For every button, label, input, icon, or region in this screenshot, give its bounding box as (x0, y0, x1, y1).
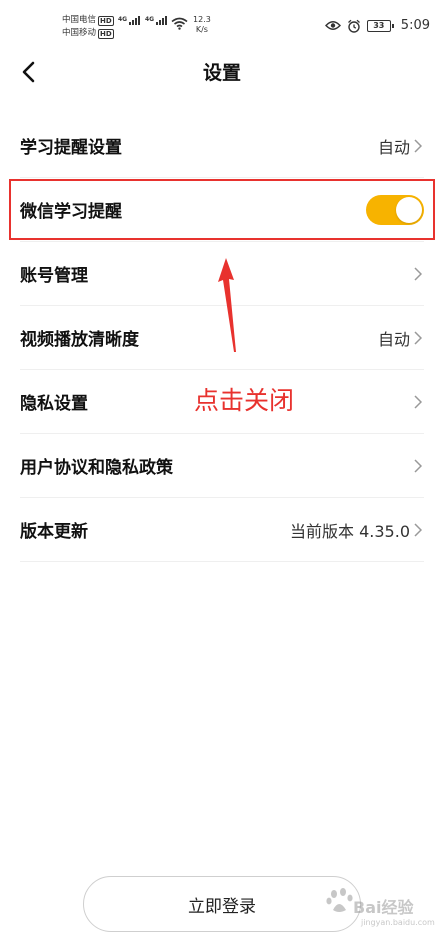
row-label: 学习提醒设置 (20, 138, 122, 158)
hd-badge: HD (98, 28, 114, 39)
row-label: 隐私设置 (20, 394, 88, 414)
settings-row-version[interactable]: 版本更新 当前版本 4.35.0 (20, 498, 424, 562)
login-button[interactable]: 立即登录 (83, 876, 361, 932)
carrier-info: 中国电信 HD 中国移动 HD (62, 14, 114, 40)
clock: 5:09 (400, 18, 430, 33)
battery-icon: 33 (366, 19, 394, 32)
row-label: 视频播放清晰度 (20, 330, 139, 350)
watermark-brand: Bai经验 (353, 898, 414, 917)
annotation-arrow-icon (218, 258, 236, 352)
carrier-1: 中国电信 (62, 15, 97, 25)
annotation-highlight-box (9, 179, 435, 240)
chevron-right-icon (412, 266, 424, 282)
chevron-right-icon (412, 394, 424, 410)
paw-icon (326, 888, 353, 912)
nav-bar: 设置 (0, 44, 444, 100)
network-speed: 12.3 K/s (193, 15, 211, 34)
chevron-right-icon (412, 522, 424, 538)
page-title: 设置 (202, 62, 241, 84)
row-value: 自动 (377, 138, 410, 157)
chevron-right-icon (412, 138, 424, 154)
row-label: 账号管理 (20, 266, 88, 286)
watermark-url: jingyan.baidu.com (361, 918, 435, 927)
signal-icon: 4G (145, 16, 168, 25)
baidu-watermark: Bai经验 jingyan.baidu.com (325, 880, 435, 932)
signal-icon: 4G (118, 16, 141, 25)
wifi-icon (171, 17, 188, 30)
row-value: 自动 (377, 330, 410, 349)
eye-icon (324, 21, 341, 30)
hd-badge: HD (98, 15, 114, 26)
chevron-right-icon (412, 330, 424, 346)
row-label: 用户协议和隐私政策 (20, 458, 173, 478)
alarm-icon (347, 19, 360, 33)
chevron-right-icon (412, 458, 424, 474)
carrier-2: 中国移动 (62, 28, 97, 38)
row-label: 版本更新 (20, 522, 88, 542)
status-bar: 中国电信 HD 中国移动 HD 4G 4G 12.3 K/s 33 5:09 (0, 0, 444, 44)
settings-row-study-reminder[interactable]: 学习提醒设置 自动 (20, 114, 424, 178)
settings-row-agreement[interactable]: 用户协议和隐私政策 (20, 434, 424, 498)
row-value: 当前版本 4.35.0 (290, 522, 410, 541)
annotation-text: 点击关闭 (194, 386, 295, 415)
